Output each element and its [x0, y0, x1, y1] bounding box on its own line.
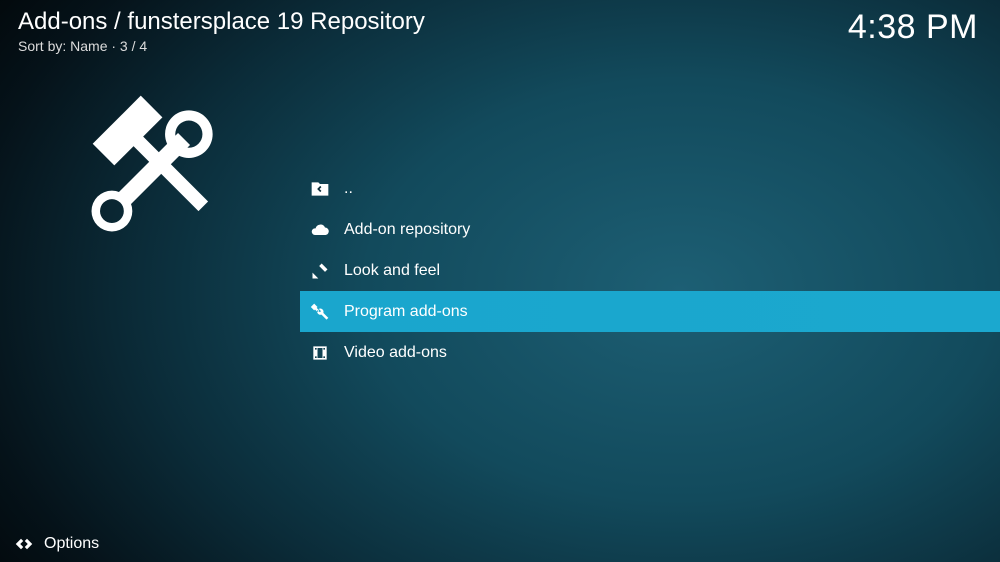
options-button[interactable]: Options: [44, 535, 99, 553]
cloud-icon: [306, 220, 334, 240]
item-thumbnail: [75, 80, 245, 250]
footer: Options: [0, 526, 1000, 562]
list-item-video-addons[interactable]: Video add-ons: [300, 332, 1000, 373]
film-icon: [306, 343, 334, 363]
clock: 4:38 PM: [848, 8, 978, 47]
skin-icon: [306, 261, 334, 281]
list-item-label: Add-on repository: [344, 221, 470, 239]
list-item-addon-repository[interactable]: Add-on repository: [300, 209, 1000, 250]
list-item-label: ..: [344, 180, 353, 198]
addon-category-list: .. Add-on repository Look and feel Progr…: [300, 168, 1000, 373]
tools-icon: [75, 78, 245, 253]
options-icon: [12, 535, 36, 553]
list-item-parent[interactable]: ..: [300, 168, 1000, 209]
list-item-program-addons[interactable]: Program add-ons: [300, 291, 1000, 332]
tools-icon: [306, 302, 334, 322]
list-item-look-and-feel[interactable]: Look and feel: [300, 250, 1000, 291]
left-panel: [0, 0, 300, 562]
list-item-label: Look and feel: [344, 262, 440, 280]
list-item-label: Video add-ons: [344, 344, 447, 362]
folder-back-icon: [306, 179, 334, 199]
list-item-label: Program add-ons: [344, 303, 468, 321]
